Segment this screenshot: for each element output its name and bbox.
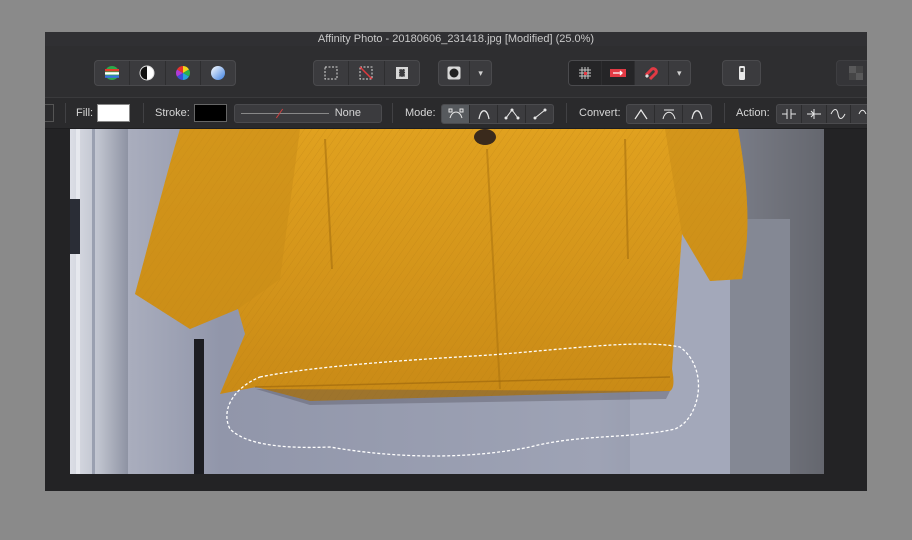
export-icon[interactable] xyxy=(723,61,760,85)
stroke-style-value: None xyxy=(334,107,361,119)
grid-icon[interactable] xyxy=(569,61,603,85)
persona-group xyxy=(94,60,236,86)
quick-mask-group: ▾ xyxy=(438,60,492,86)
smooth-node-icon[interactable] xyxy=(655,105,683,123)
fill-swatch[interactable] xyxy=(97,104,130,122)
smooth-curve-icon[interactable] xyxy=(827,105,852,123)
deselect-icon[interactable] xyxy=(349,61,385,85)
hidden-toolbar-button[interactable] xyxy=(836,60,867,86)
sharp-corner-icon[interactable] xyxy=(627,105,655,123)
pen-mode-icon[interactable] xyxy=(442,105,470,123)
break-curve-icon[interactable] xyxy=(777,105,802,123)
polygon-mode-icon[interactable] xyxy=(498,105,526,123)
fill-label: Fill: xyxy=(76,107,94,119)
more-action-icon[interactable] xyxy=(851,105,867,123)
mode-label: Mode: xyxy=(405,107,436,119)
invert-selection-icon[interactable] xyxy=(385,61,419,85)
quick-mask-dropdown[interactable]: ▾ xyxy=(470,61,491,85)
line-mode-icon[interactable] xyxy=(526,105,553,123)
convert-segment xyxy=(626,104,712,124)
window-title: Affinity Photo - 20180606_231418.jpg [Mo… xyxy=(45,32,867,46)
context-toolbar: Fill: Stroke: None Mode: Convert: Action… xyxy=(45,98,867,129)
snapping-dropdown[interactable]: ▾ xyxy=(669,61,690,85)
snapping-magnet-icon[interactable] xyxy=(635,61,669,85)
document-photo xyxy=(70,129,824,474)
checker-icon xyxy=(837,61,867,85)
action-label: Action: xyxy=(736,107,770,119)
main-toolbar: ▾ ▾ xyxy=(45,46,867,98)
photo-content xyxy=(70,129,824,474)
divider xyxy=(65,103,66,123)
context-left-edge xyxy=(45,104,54,122)
color-wheel-icon[interactable] xyxy=(166,61,201,85)
divider xyxy=(566,103,567,123)
color-wheel-stripes-icon[interactable] xyxy=(95,61,131,85)
divider xyxy=(724,103,725,123)
gradient-sphere-icon[interactable] xyxy=(201,61,235,85)
marquee-select-icon[interactable] xyxy=(314,61,350,85)
mode-segment xyxy=(441,104,554,124)
stroke-swatch[interactable] xyxy=(194,104,227,122)
canvas-area[interactable] xyxy=(45,129,867,491)
app-window: Affinity Photo - 20180606_231418.jpg [Mo… xyxy=(45,32,867,491)
quick-mask-icon[interactable] xyxy=(439,61,471,85)
export-group xyxy=(722,60,761,86)
half-circle-icon[interactable] xyxy=(130,61,166,85)
divider xyxy=(143,103,144,123)
divider xyxy=(392,103,393,123)
convert-label: Convert: xyxy=(579,107,621,119)
smart-mode-icon[interactable] xyxy=(470,105,498,123)
close-curve-icon[interactable] xyxy=(802,105,827,123)
action-segment xyxy=(776,104,867,124)
stroke-width-line xyxy=(241,113,329,114)
stroke-label: Stroke: xyxy=(155,107,190,119)
smart-node-icon[interactable] xyxy=(683,105,710,123)
force-pixel-alignment-icon[interactable] xyxy=(602,61,636,85)
selection-group xyxy=(313,60,420,86)
snapping-group: ▾ xyxy=(568,60,691,86)
stroke-style-selector[interactable]: None xyxy=(234,104,382,123)
